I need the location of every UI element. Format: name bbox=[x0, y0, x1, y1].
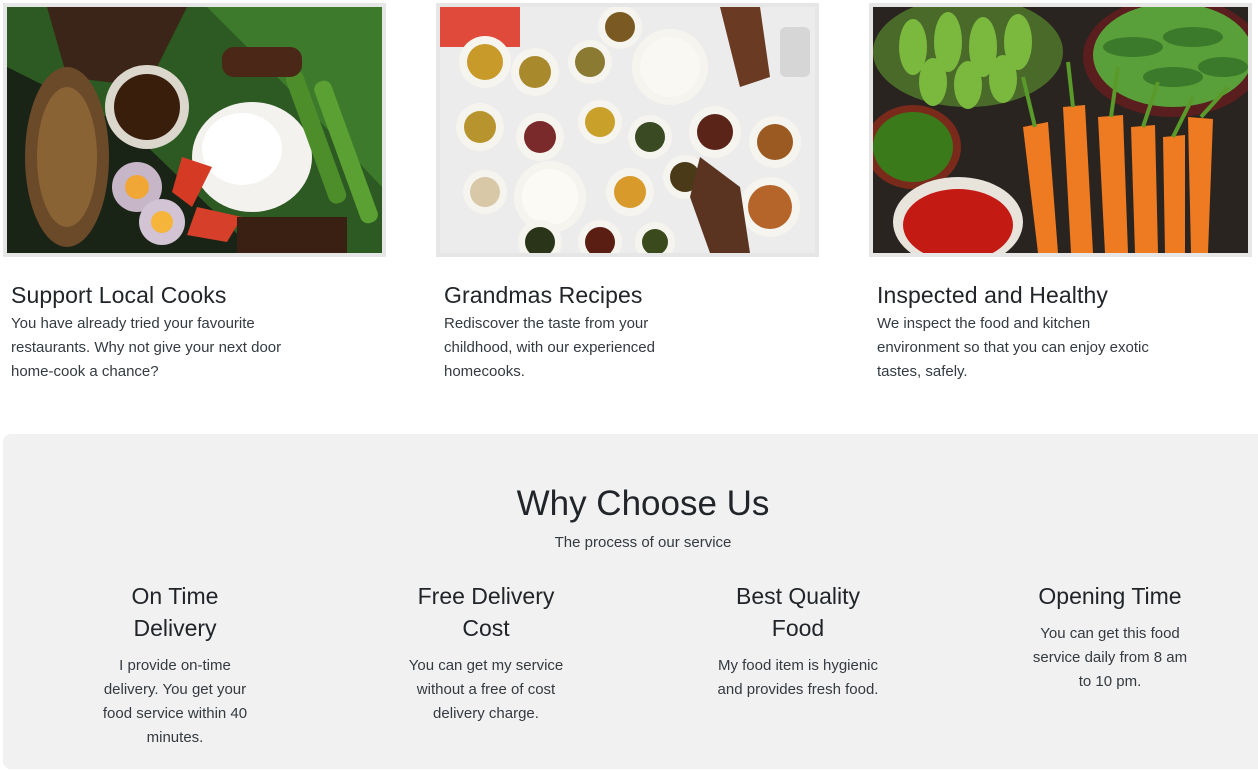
feature-title: Support Local Cooks bbox=[11, 282, 227, 308]
feature-card-grandmas-recipes: Grandmas Recipes Rediscover the taste fr… bbox=[436, 3, 819, 384]
feature-photo-local-food bbox=[3, 3, 386, 257]
service-free-delivery: Free Delivery Cost You can get my servic… bbox=[401, 580, 571, 726]
feature-card-local-cooks: Support Local Cooks You have already tri… bbox=[3, 3, 386, 384]
feature-photo-recipes bbox=[436, 3, 819, 257]
service-title: Opening Time bbox=[1038, 583, 1182, 609]
section-title: Why Choose Us bbox=[516, 484, 770, 523]
grilled-fish-rice-image bbox=[7, 7, 382, 253]
why-choose-us-section: Why Choose Us The process of our service… bbox=[3, 434, 1258, 769]
features-section: Support Local Cooks You have already tri… bbox=[0, 0, 1258, 400]
service-description: You can get my service without a free of… bbox=[408, 657, 564, 722]
service-opening-time: Opening Time You can get this food servi… bbox=[1025, 580, 1195, 694]
service-title: Free Delivery Cost bbox=[417, 583, 555, 641]
feature-description: Rediscover the taste from your childhood… bbox=[444, 315, 655, 380]
section-subtitle: The process of our service bbox=[554, 534, 732, 551]
service-description: My food item is hygienic and provides fr… bbox=[717, 657, 879, 698]
service-best-quality: Best Quality Food My food item is hygien… bbox=[713, 580, 883, 702]
vegetables-image bbox=[873, 7, 1248, 253]
service-title: Best Quality Food bbox=[736, 583, 860, 641]
service-description: I provide on-time delivery. You get your… bbox=[102, 657, 248, 746]
service-description: You can get this food service daily from… bbox=[1032, 625, 1188, 690]
feature-photo-vegetables bbox=[869, 3, 1252, 257]
service-on-time-delivery: On Time Delivery I provide on-time deliv… bbox=[90, 580, 260, 750]
service-title: On Time Delivery bbox=[131, 583, 219, 641]
feature-title: Inspected and Healthy bbox=[877, 282, 1108, 308]
feature-description: We inspect the food and kitchen environm… bbox=[877, 315, 1149, 380]
curry-bowls-image bbox=[440, 7, 815, 253]
feature-description: You have already tried your favourite re… bbox=[11, 315, 282, 380]
feature-title: Grandmas Recipes bbox=[444, 282, 643, 308]
feature-card-inspected-healthy: Inspected and Healthy We inspect the foo… bbox=[869, 3, 1252, 384]
